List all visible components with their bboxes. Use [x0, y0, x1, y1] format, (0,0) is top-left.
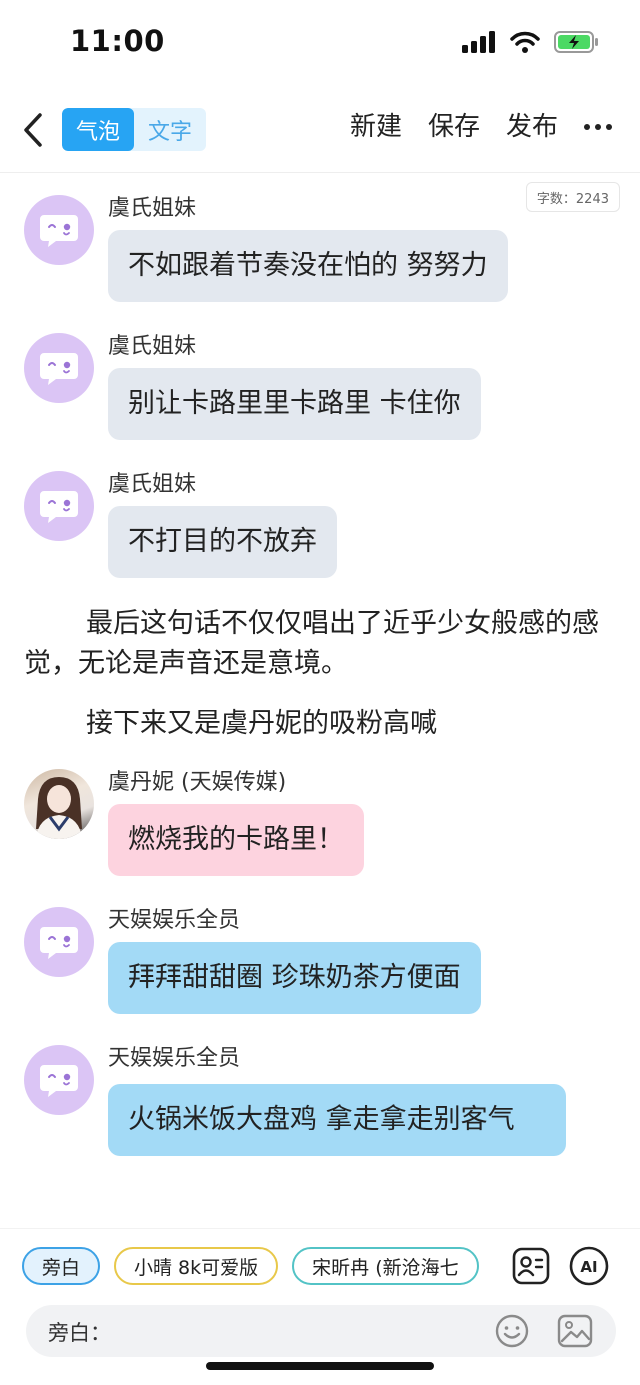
nav-divider [0, 172, 640, 173]
role-chip[interactable]: 宋昕冉 (新沧海七 [292, 1247, 479, 1285]
status-bar: 11:00 [0, 0, 640, 90]
message-bubble[interactable]: 不如跟着节奏没在怕的 努努力 [108, 230, 508, 302]
more-options-button[interactable] [584, 120, 612, 130]
wifi-icon [510, 31, 540, 53]
back-button[interactable] [18, 108, 48, 152]
input-icons [494, 1313, 594, 1349]
sender-name: 天娱娱乐全员 [108, 1046, 241, 1071]
sender-name: 虞氏姐妹 [108, 334, 197, 359]
role-chip-narration[interactable]: 旁白 [22, 1247, 101, 1285]
ai-icon: AI [569, 1246, 609, 1286]
role-chip-list: 旁白 小晴 8k可爱版 宋昕冉 (新沧海七 [22, 1247, 492, 1287]
more-dot-icon [584, 123, 590, 130]
sender-name: 虞丹妮 (天娱传媒) [108, 770, 287, 795]
role-chip[interactable]: 小晴 8k可爱版 [114, 1247, 279, 1285]
status-icons [462, 30, 600, 54]
sender-name: 虞氏姐妹 [108, 472, 197, 497]
message-bubble[interactable]: 火锅米饭大盘鸡 拿走拿走别客气 [108, 1084, 566, 1156]
status-time: 11:00 [70, 24, 165, 58]
svg-text:AI: AI [580, 1258, 597, 1276]
default-avatar-icon[interactable] [24, 907, 94, 977]
home-indicator [206, 1362, 434, 1370]
battery-charging-icon [554, 31, 598, 53]
role-manager-button[interactable] [510, 1245, 552, 1287]
default-avatar-icon[interactable] [24, 1045, 94, 1115]
save-button[interactable]: 保存 [428, 106, 480, 143]
default-avatar-icon[interactable] [24, 195, 94, 265]
more-dot-icon [606, 123, 612, 130]
mode-segmented-control: 气泡 文字 [62, 108, 207, 151]
image-icon[interactable] [556, 1313, 594, 1349]
ai-assistant-button[interactable]: AI [568, 1245, 610, 1287]
chevron-left-icon [24, 113, 42, 147]
user-photo-avatar[interactable] [24, 769, 94, 839]
message-input[interactable]: 旁白： [26, 1305, 616, 1357]
nav-bar: 气泡 文字 新建 保存 发布 [0, 96, 640, 166]
default-avatar-icon[interactable] [24, 471, 94, 541]
message-bubble[interactable]: 燃烧我的卡路里！ [108, 804, 364, 876]
narration-paragraph[interactable]: 接下来又是虞丹妮的吸粉高喊 [24, 704, 620, 744]
default-avatar-icon[interactable] [24, 333, 94, 403]
narration-paragraph[interactable]: 最后这句话不仅仅唱出了近乎少女般感的感觉，无论是声音还是意境。 [24, 604, 620, 684]
publish-button[interactable]: 发布 [506, 106, 558, 143]
new-button[interactable]: 新建 [350, 106, 402, 143]
message-bubble[interactable]: 不打目的不放弃 [108, 506, 337, 578]
sender-name: 虞氏姐妹 [108, 196, 197, 221]
tab-text[interactable]: 文字 [134, 108, 206, 151]
message-bubble[interactable]: 拜拜甜甜圈 珍珠奶茶方便面 [108, 942, 481, 1014]
more-dot-icon [595, 123, 601, 130]
nav-actions: 新建 保存 发布 [350, 106, 612, 143]
cellular-signal-icon [462, 31, 495, 53]
sender-name: 天娱娱乐全员 [108, 908, 241, 933]
word-count-badge: 字数：2243 [525, 182, 620, 212]
tab-bubble[interactable]: 气泡 [62, 108, 135, 151]
input-role-label: 旁白： [48, 1321, 111, 1345]
contact-card-icon [512, 1247, 550, 1285]
emoji-icon[interactable] [494, 1313, 530, 1349]
message-bubble[interactable]: 别让卡路里里卡路里 卡住你 [108, 368, 481, 440]
